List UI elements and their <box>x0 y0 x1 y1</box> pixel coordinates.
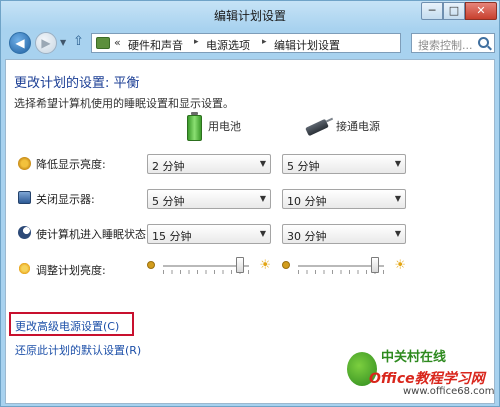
chevron-down-icon: ▼ <box>394 229 401 238</box>
dim-display-plugged-select[interactable]: 5 分钟 ▼ <box>282 154 406 174</box>
select-value: 15 分钟 <box>152 230 192 243</box>
breadcrumb-power-options[interactable]: 电源选项 <box>206 37 250 53</box>
up-level-button[interactable]: ⇧ <box>73 34 84 49</box>
forward-button[interactable]: ▶ <box>35 32 57 54</box>
page-title: 更改计划的设置: 平衡 <box>14 76 140 91</box>
minimize-button[interactable]: ─ <box>421 2 443 20</box>
recent-pages-dropdown-icon[interactable]: ▼ <box>60 38 66 47</box>
brightness-battery-slider[interactable]: ☀ <box>147 256 271 278</box>
bright-brightness-icon: ☀ <box>259 258 271 273</box>
chevron-down-icon: ▼ <box>394 159 401 168</box>
power-plug-icon <box>305 118 329 137</box>
advanced-power-settings-link[interactable]: 更改高级电源设置(C) <box>15 318 119 334</box>
select-value: 5 分钟 <box>287 160 320 173</box>
select-value: 30 分钟 <box>287 230 327 243</box>
dim-display-battery-select[interactable]: 2 分钟 ▼ <box>147 154 271 174</box>
back-button[interactable]: ◀ <box>9 32 31 54</box>
chevron-down-icon: ▼ <box>259 159 266 168</box>
slider-thumb[interactable] <box>236 257 245 273</box>
breadcrumb-edit-plan[interactable]: 编辑计划设置 <box>274 37 340 53</box>
column-header-plugged-in: 接通电源 <box>336 120 380 133</box>
turn-off-display-plugged-select[interactable]: 10 分钟 ▼ <box>282 189 406 209</box>
maximize-button[interactable]: □ <box>443 2 465 20</box>
battery-icon <box>187 112 202 141</box>
watermark-site-name: Office教程学习网 <box>369 371 485 387</box>
dim-brightness-icon <box>147 261 155 269</box>
chevron-down-icon: ▼ <box>259 229 266 238</box>
title-bar[interactable]: 编辑计划设置 ─ □ ✕ <box>1 1 499 29</box>
watermark-brand: 中关村在线 <box>381 350 447 365</box>
display-icon <box>18 191 31 204</box>
address-prefix[interactable]: « <box>114 36 121 49</box>
select-value: 5 分钟 <box>152 195 185 208</box>
breadcrumb-separator[interactable]: ▸ <box>194 37 199 47</box>
select-value: 10 分钟 <box>287 195 327 208</box>
slider-thumb[interactable] <box>371 257 380 273</box>
site-watermark: 中关村在线 Office教程学习网 www.office68.com <box>347 346 497 404</box>
brightness-icon <box>18 262 31 275</box>
search-box[interactable]: 搜索控制... <box>411 33 495 53</box>
row-label-turn-off-display: 关闭显示器: <box>36 193 95 206</box>
bright-brightness-icon: ☀ <box>394 258 406 273</box>
page-description: 选择希望计算机使用的睡眠设置和显示设置。 <box>14 97 234 110</box>
row-label-sleep: 使计算机进入睡眠状态: <box>36 228 150 241</box>
close-button[interactable]: ✕ <box>465 2 497 20</box>
sleep-moon-icon <box>18 226 31 239</box>
search-icon[interactable] <box>478 37 489 48</box>
dim-brightness-icon <box>282 261 290 269</box>
chevron-down-icon: ▼ <box>259 194 266 203</box>
row-label-brightness: 调整计划亮度: <box>36 264 106 277</box>
brightness-plugged-slider[interactable]: ☀ <box>282 256 406 278</box>
row-label-dim-display: 降低显示亮度: <box>36 158 106 171</box>
turn-off-display-battery-select[interactable]: 5 分钟 ▼ <box>147 189 271 209</box>
breadcrumb-separator[interactable]: ▸ <box>262 37 267 47</box>
restore-defaults-link[interactable]: 还原此计划的默认设置(R) <box>15 342 141 358</box>
navigation-bar: ◀ ▶ ▼ ⇧ « 硬件和声音 ▸ 电源选项 ▸ 编辑计划设置 ▼ ⟳ 搜索控制… <box>1 29 499 57</box>
sleep-plugged-select[interactable]: 30 分钟 ▼ <box>282 224 406 244</box>
breadcrumb-hardware-sound[interactable]: 硬件和声音 <box>128 37 183 53</box>
window-frame: 编辑计划设置 ─ □ ✕ ◀ ▶ ▼ ⇧ « 硬件和声音 ▸ 电源选项 ▸ 编辑… <box>0 0 500 407</box>
dim-display-icon <box>18 157 31 170</box>
search-input[interactable]: 搜索控制... <box>418 37 473 53</box>
sleep-battery-select[interactable]: 15 分钟 ▼ <box>147 224 271 244</box>
address-bar[interactable]: « 硬件和声音 ▸ 电源选项 ▸ 编辑计划设置 ▼ ⟳ <box>91 33 485 53</box>
watermark-url: www.office68.com <box>403 386 495 397</box>
chevron-down-icon: ▼ <box>394 194 401 203</box>
control-panel-icon <box>96 37 110 49</box>
select-value: 2 分钟 <box>152 160 185 173</box>
column-header-battery: 用电池 <box>208 120 241 133</box>
